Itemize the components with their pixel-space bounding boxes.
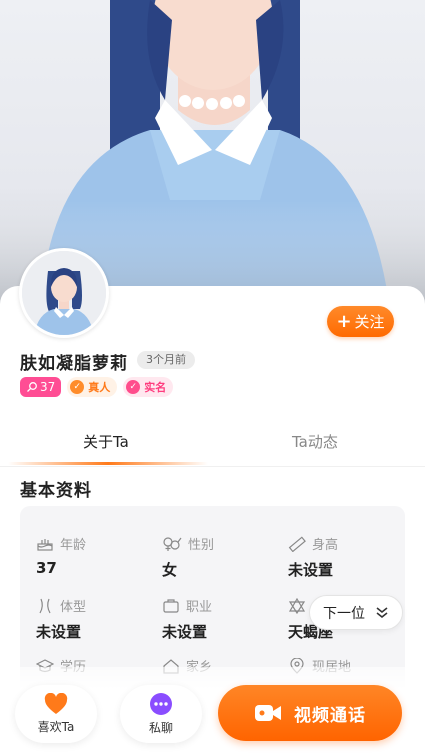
cake-icon: [37, 538, 53, 551]
video-camera-icon: [255, 705, 281, 721]
age-value: 37: [40, 380, 56, 394]
info-value: 女: [162, 561, 178, 579]
chat-label: 私聊: [148, 721, 173, 735]
chat-icon: [150, 693, 172, 715]
info-gender: 性别 女: [162, 534, 214, 580]
info-label: 性别: [188, 538, 215, 553]
plus-icon: +: [336, 310, 352, 332]
info-label: 身高: [312, 538, 339, 553]
active-tab-indicator: [8, 462, 208, 465]
profile-tags: 37 ✓ 真人 ✓ 实名: [20, 377, 174, 397]
avatar-illustration: [22, 251, 106, 335]
basic-info-title: 基本资料: [20, 481, 92, 501]
real-name-label: 实名: [144, 381, 167, 394]
info-height: 身高 未设置: [288, 534, 338, 580]
divider: [0, 466, 425, 467]
tab-moments[interactable]: Ta动态: [292, 431, 338, 452]
video-call-label: 视频通话: [294, 705, 366, 726]
info-occupation: 职业 未设置: [162, 596, 212, 642]
heart-icon: [44, 693, 68, 714]
follow-button[interactable]: + 关注: [327, 306, 394, 337]
info-label: 年龄: [60, 538, 87, 553]
info-body-shape: 体型 未设置: [36, 596, 86, 642]
info-value: 37: [36, 559, 57, 577]
info-label: 体型: [60, 600, 87, 615]
next-label: 下一位: [323, 605, 365, 622]
real-name-tag: ✓ 实名: [123, 377, 174, 397]
info-value: 未设置: [288, 561, 334, 579]
profile-name: 肤如凝脂萝莉: [20, 354, 128, 374]
info-value: 未设置: [36, 623, 82, 641]
follow-label: 关注: [354, 313, 385, 331]
age-tag: 37: [20, 377, 62, 397]
star-icon: [288, 597, 306, 614]
gender-icon: [163, 536, 182, 551]
real-person-label: 真人: [88, 381, 111, 394]
like-button[interactable]: 喜欢Ta: [15, 685, 97, 743]
last-active-badge: 3个月前: [137, 351, 195, 369]
video-call-button[interactable]: 视频通话: [218, 685, 402, 741]
like-label: 喜欢Ta: [37, 720, 75, 734]
ruler-icon: [288, 535, 306, 552]
info-value: 未设置: [162, 623, 208, 641]
next-profile-button[interactable]: 下一位: [309, 595, 403, 630]
tab-about[interactable]: 关于Ta: [83, 431, 129, 452]
briefcase-icon: [163, 598, 179, 613]
body-shape-icon: [39, 598, 51, 613]
double-chevron-down-icon: [376, 606, 388, 618]
profile-tabs: 关于Ta Ta动态: [0, 425, 425, 465]
avatar[interactable]: [19, 248, 109, 338]
chat-button[interactable]: 私聊: [120, 685, 202, 743]
real-person-tag: ✓ 真人: [67, 377, 118, 397]
verified-check-icon: ✓: [126, 380, 141, 394]
verified-check-icon: ✓: [70, 380, 85, 394]
info-label: 职业: [186, 600, 213, 615]
female-icon: [27, 382, 37, 392]
info-age: 年龄 37: [36, 534, 86, 577]
